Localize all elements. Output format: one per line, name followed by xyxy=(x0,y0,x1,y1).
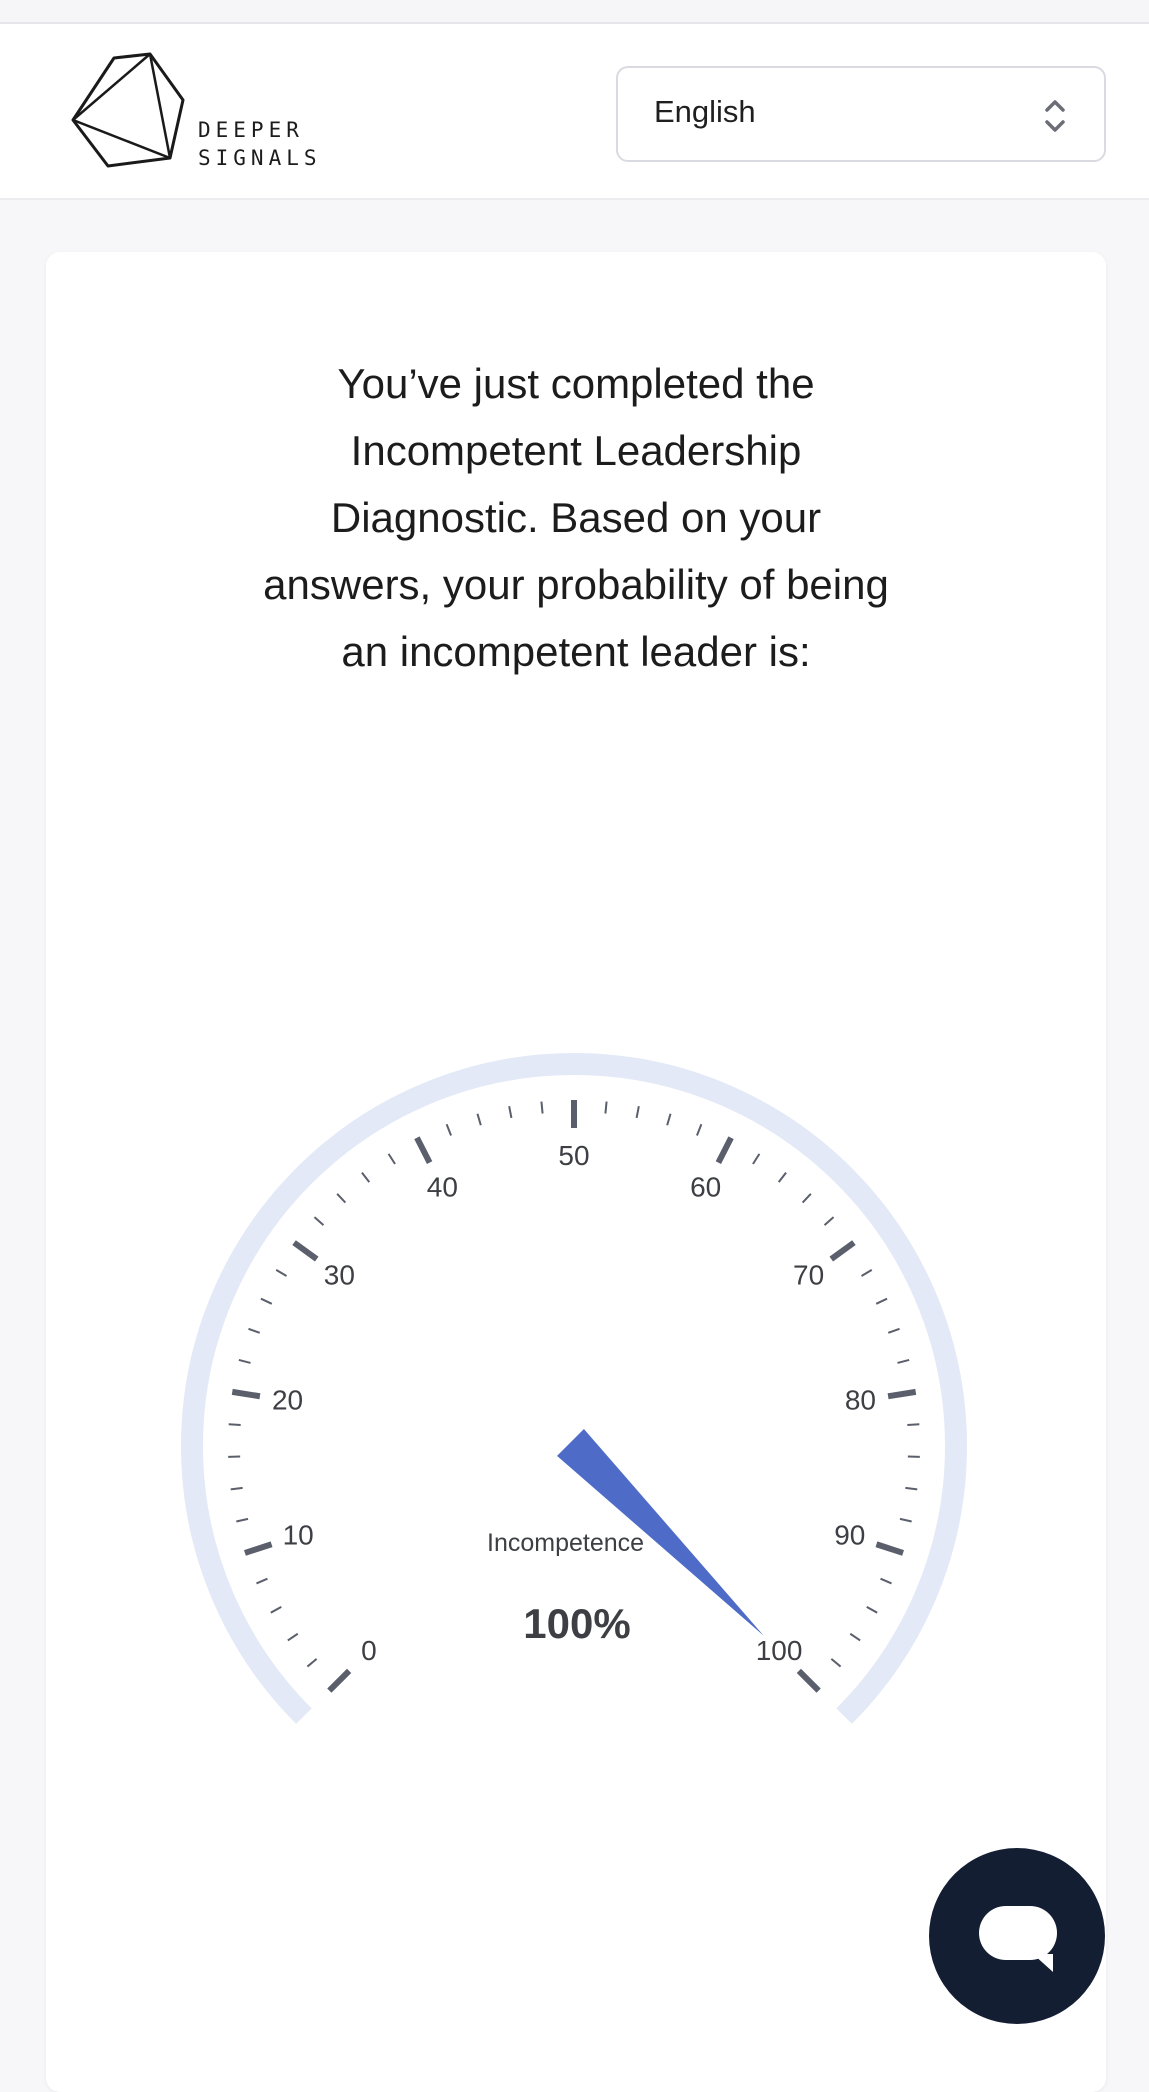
language-select-value: English xyxy=(654,94,756,130)
result-message: You’ve just completed the Incompetent Le… xyxy=(246,350,906,685)
chat-button[interactable] xyxy=(929,1848,1105,2024)
result-card: You’ve just completed the Incompetent Le… xyxy=(46,252,1106,2092)
brand-wordmark: DEEPER SIGNALS xyxy=(198,116,322,172)
brand-logo[interactable]: DEEPER SIGNALS xyxy=(70,52,350,172)
brand-line-1: DEEPER xyxy=(198,116,322,144)
language-select[interactable]: English xyxy=(616,66,1106,162)
status-strip xyxy=(0,0,1149,24)
hexagon-logo-icon xyxy=(70,52,190,176)
brand-line-2: SIGNALS xyxy=(198,144,322,172)
chat-bubble-icon xyxy=(929,1848,1105,2024)
chevron-up-down-icon xyxy=(1042,94,1068,138)
site-header: DEEPER SIGNALS English xyxy=(0,24,1149,200)
